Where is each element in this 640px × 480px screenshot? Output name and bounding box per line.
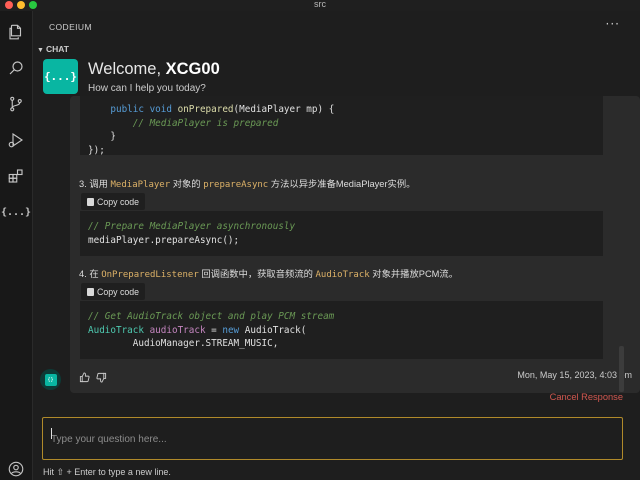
clipboard-icon bbox=[87, 197, 94, 206]
step-4-text: 4. 在 OnPreparedListener 回调函数中，获取音频流的 Aud… bbox=[79, 269, 459, 280]
code-line: } bbox=[88, 130, 595, 144]
inline-code: AudioTrack bbox=[315, 270, 370, 280]
inline-code: OnPreparedListener bbox=[101, 270, 199, 280]
code-line: }); bbox=[88, 144, 595, 156]
clipboard-icon bbox=[87, 287, 94, 296]
code-block: // Get AudioTrack object and play PCM st… bbox=[80, 301, 603, 359]
assistant-avatar: {} bbox=[40, 369, 61, 390]
feedback-buttons bbox=[79, 368, 107, 387]
chat-section-label: CHAT bbox=[46, 44, 69, 54]
username: XCG00 bbox=[165, 60, 220, 78]
step-3-text: 3. 调用 MediaPlayer 对象的 prepareAsync 方法以异步… bbox=[79, 179, 416, 190]
text-caret bbox=[51, 428, 52, 439]
welcome-subtitle: How can I help you today? bbox=[88, 83, 206, 94]
code-line: // MediaPlayer is prepared bbox=[88, 117, 595, 131]
thumbs-down-icon[interactable] bbox=[96, 368, 107, 387]
code-token: // Get AudioTrack object and play PCM st… bbox=[88, 311, 335, 322]
thumbs-up-icon[interactable] bbox=[79, 368, 90, 387]
code-token: // MediaPlayer is prepared bbox=[132, 117, 279, 129]
cancel-response-button[interactable]: Cancel Response bbox=[550, 392, 623, 402]
code-block: // Prepare MediaPlayer asynchronously med… bbox=[80, 211, 603, 256]
code-line: public void onPrepared(MediaPlayer mp) { bbox=[88, 103, 595, 117]
new-line-hint: Hit ⇧ + Enter to type a new line. bbox=[43, 467, 171, 477]
inline-code: MediaPlayer bbox=[110, 180, 171, 190]
code-token: audioTrack bbox=[149, 324, 206, 336]
code-token: }); bbox=[88, 144, 105, 156]
account-icon[interactable] bbox=[7, 460, 25, 478]
code-line: // Get AudioTrack object and play PCM st… bbox=[88, 310, 595, 324]
code-token: new bbox=[222, 324, 245, 336]
search-icon[interactable] bbox=[6, 58, 26, 78]
explorer-icon[interactable] bbox=[6, 22, 26, 42]
copy-code-button[interactable]: Copy code bbox=[81, 283, 146, 300]
inline-code: prepareAsync bbox=[203, 180, 269, 190]
code-token: AudioTrack bbox=[88, 324, 150, 336]
code-token: mediaPlayer.prepareAsync(); bbox=[88, 234, 240, 246]
chat-scrollbar[interactable] bbox=[619, 346, 624, 392]
codeium-avatar-icon: {} bbox=[44, 373, 57, 386]
chevron-down-icon: ▼ bbox=[37, 47, 44, 54]
code-line: AudioManager.STREAM_MUSIC, bbox=[88, 337, 595, 351]
code-token: } bbox=[110, 131, 116, 142]
codeium-logo: {...} bbox=[43, 59, 78, 94]
question-input-box[interactable] bbox=[42, 417, 623, 460]
message-timestamp: Mon, May 15, 2023, 4:03 pm bbox=[517, 370, 632, 380]
code-token: = bbox=[205, 324, 223, 336]
code-token: AudioManager.STREAM_MUSIC, bbox=[132, 338, 279, 349]
panel-title: CODEIUM bbox=[49, 22, 92, 32]
run-debug-icon[interactable] bbox=[6, 130, 26, 150]
code-token: onPrepared bbox=[177, 104, 234, 115]
question-input[interactable] bbox=[51, 434, 614, 445]
more-actions-icon[interactable]: ··· bbox=[606, 17, 620, 31]
code-line: // Prepare MediaPlayer asynchronously bbox=[88, 220, 595, 234]
code-token: AudioTrack( bbox=[244, 324, 307, 336]
window-title: src bbox=[314, 0, 326, 9]
source-control-icon[interactable] bbox=[6, 94, 26, 114]
welcome-heading: Welcome, XCG00 bbox=[88, 60, 220, 78]
code-token: // Prepare MediaPlayer asynchronously bbox=[88, 221, 296, 232]
activity-bar: {...} bbox=[0, 11, 33, 480]
assistant-message: public void onPrepared(MediaPlayer mp) {… bbox=[70, 96, 640, 393]
copy-code-button[interactable]: Copy code bbox=[81, 193, 146, 210]
codeium-icon[interactable]: {...} bbox=[1, 202, 31, 222]
code-token: public void bbox=[110, 104, 178, 115]
code-line: mediaPlayer.prepareAsync(); bbox=[88, 234, 595, 248]
title-bar: src bbox=[0, 0, 640, 11]
codeium-panel: CODEIUM ··· ▼ CHAT {...} Welcome, XCG00 H… bbox=[33, 11, 640, 480]
code-block: public void onPrepared(MediaPlayer mp) {… bbox=[80, 96, 603, 155]
code-line: AudioTrack audioTrack = new AudioTrack( bbox=[88, 324, 595, 338]
extensions-icon[interactable] bbox=[6, 166, 26, 186]
code-token: (MediaPlayer mp) { bbox=[233, 104, 335, 115]
chat-section-header[interactable]: ▼ CHAT bbox=[37, 44, 69, 54]
